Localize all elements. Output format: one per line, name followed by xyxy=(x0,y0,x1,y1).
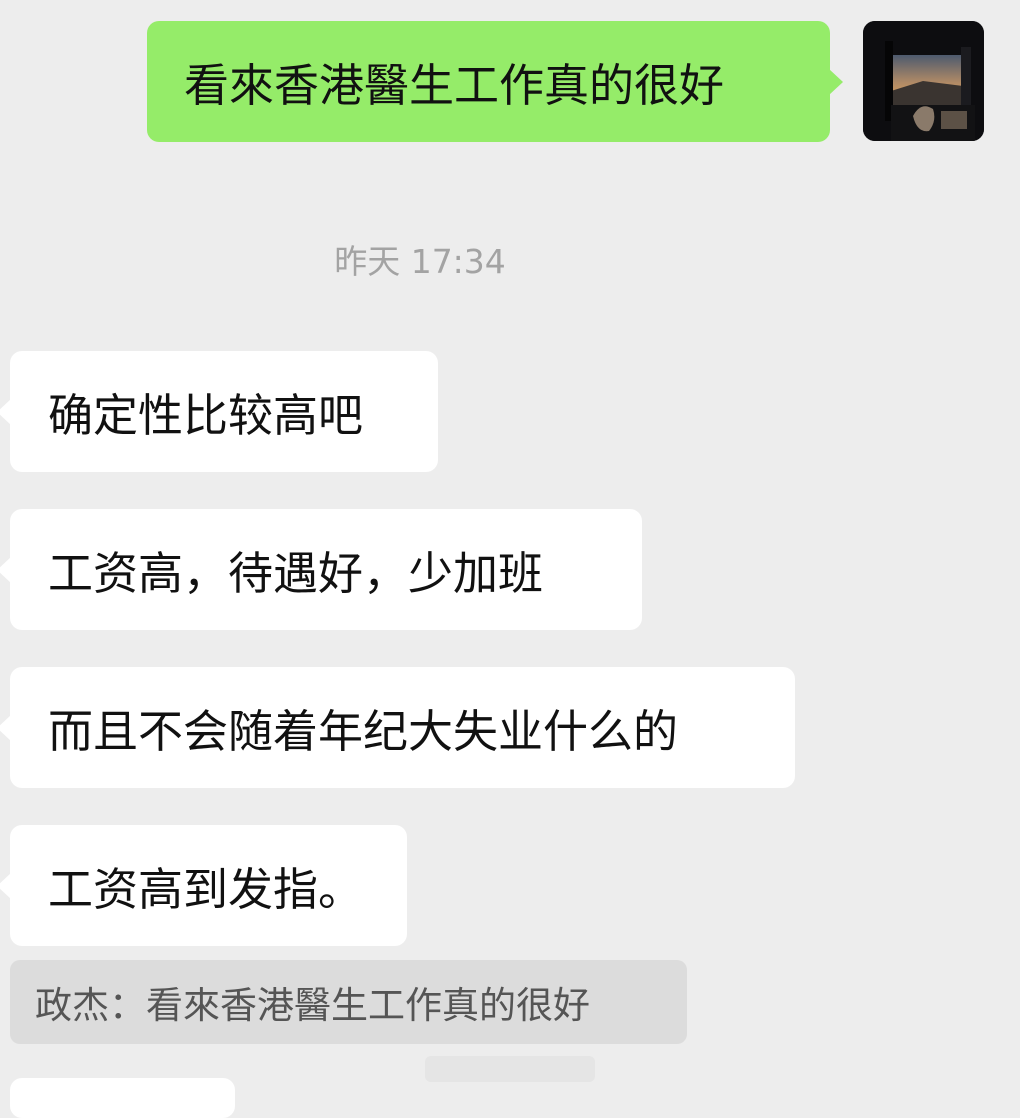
outgoing-message-text: 看來香港醫生工作真的很好 xyxy=(184,59,725,112)
message-timestamp: 昨天 17:34 xyxy=(334,242,506,281)
incoming-message-text: 而且不会随着年纪大失业什么的 xyxy=(48,705,679,758)
quoted-message-text: 政杰：看來香港醫生工作真的很好 xyxy=(35,984,590,1027)
incoming-message-bubble[interactable]: 工资高到发指。 xyxy=(0,825,407,946)
incoming-message-text: 工资高到发指。 xyxy=(48,863,364,916)
incoming-message-text: 工资高，待遇好，少加班 xyxy=(48,547,544,600)
user-avatar[interactable] xyxy=(863,21,984,141)
partial-incoming-message-bubble[interactable] xyxy=(10,1078,235,1118)
quoted-message-reference[interactable]: 政杰：看來香港醫生工作真的很好 xyxy=(10,960,687,1044)
incoming-message-bubble[interactable]: 确定性比较高吧 xyxy=(0,351,438,472)
outgoing-message-bubble[interactable]: 看來香港醫生工作真的很好 xyxy=(147,21,843,142)
incoming-message-bubble[interactable]: 而且不会随着年纪大失业什么的 xyxy=(0,667,795,788)
avatar-photo-icon xyxy=(863,21,984,141)
incoming-message-bubble[interactable]: 工资高，待遇好，少加班 xyxy=(0,509,642,630)
watermark-overlay xyxy=(425,1056,595,1082)
incoming-message-text: 确定性比较高吧 xyxy=(48,389,364,442)
